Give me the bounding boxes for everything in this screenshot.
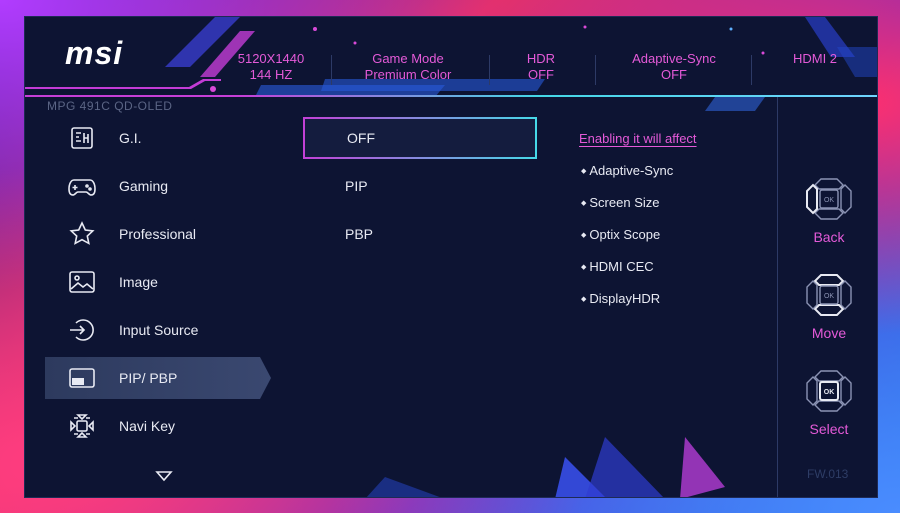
- menu-item-pip-pbp[interactable]: PIP/ PBP: [45, 357, 271, 399]
- back-label: Back: [813, 229, 845, 245]
- menu-item-image[interactable]: Image: [45, 261, 271, 303]
- joystick-updown-icon: OK: [803, 269, 855, 321]
- back-control[interactable]: OK Back: [801, 173, 857, 245]
- menu-item-professional[interactable]: Professional: [45, 213, 271, 255]
- option-off[interactable]: OFF: [303, 117, 537, 159]
- hdr-value: OFF: [528, 67, 554, 82]
- hdr-label: HDR: [526, 51, 556, 66]
- menu-item-label: Input Source: [119, 322, 199, 338]
- divider: [489, 55, 490, 85]
- osd-panel: msi MPG 491C QD-OLED 5120X1440 144 HZ Ga…: [24, 16, 878, 498]
- adaptive-sync-label: Adaptive-Sync: [632, 51, 716, 66]
- menu-item-input-source[interactable]: Input Source: [45, 309, 271, 351]
- game-mode-status: Game Mode Premium Color: [343, 51, 473, 83]
- option-label: PIP: [345, 178, 368, 194]
- menu-item-label: Image: [119, 274, 158, 290]
- game-mode-label: Game Mode: [372, 51, 444, 66]
- joystick-press-icon: OK: [803, 365, 855, 417]
- option-label: PBP: [345, 226, 374, 242]
- chevron-down-icon[interactable]: [155, 469, 173, 487]
- resolution-status: 5120X1440 144 HZ: [221, 51, 321, 83]
- pip-icon: [67, 363, 97, 393]
- game-mode-value: Premium Color: [364, 67, 452, 82]
- divider: [595, 55, 596, 85]
- menu-item-label: PIP/ PBP: [119, 370, 178, 386]
- option-pbp[interactable]: PBP: [303, 213, 537, 255]
- navi-key-icon: [67, 411, 97, 441]
- menu-item-gi[interactable]: G.I.: [45, 117, 271, 159]
- header: msi MPG 491C QD-OLED 5120X1440 144 HZ Ga…: [25, 17, 877, 113]
- svg-text:OK: OK: [824, 293, 834, 300]
- menu-item-label: Gaming: [119, 178, 169, 194]
- svg-text:OK: OK: [824, 197, 834, 204]
- menu-item-label: Navi Key: [119, 418, 176, 434]
- menu-item-label: G.I.: [119, 130, 142, 146]
- refresh-rate-value: 144 HZ: [249, 67, 293, 82]
- menu-item-gaming[interactable]: Gaming: [45, 165, 271, 207]
- resolution-value: 5120X1440: [237, 51, 305, 66]
- select-control[interactable]: OK Select: [801, 365, 857, 437]
- affect-item: Optix Scope: [581, 227, 660, 242]
- affect-info-title: Enabling it will affect: [579, 131, 697, 146]
- affect-item: HDMI CEC: [581, 259, 653, 274]
- divider: [777, 97, 778, 497]
- affect-item: DisplayHDR: [581, 291, 660, 306]
- menu-item-label: Professional: [119, 226, 197, 242]
- model-name: MPG 491C QD-OLED: [47, 99, 173, 113]
- hdr-status: HDR OFF: [501, 51, 581, 83]
- gi-chip-icon: [67, 123, 97, 153]
- msi-logo: msi: [65, 35, 124, 71]
- input-status: HDMI 2: [773, 51, 857, 67]
- joystick-left-icon: OK: [803, 173, 855, 225]
- input-source-icon: [67, 315, 97, 345]
- star-icon: [67, 219, 97, 249]
- move-label: Move: [811, 325, 847, 341]
- input-source-value: HDMI 2: [792, 51, 838, 66]
- option-pip[interactable]: PIP: [303, 165, 537, 207]
- divider: [331, 55, 332, 85]
- image-icon: [67, 267, 97, 297]
- svg-text:OK: OK: [824, 389, 835, 396]
- adaptive-sync-status: Adaptive-Sync OFF: [611, 51, 737, 83]
- adaptive-sync-value: OFF: [661, 67, 687, 82]
- firmware-version: FW.013: [807, 467, 849, 481]
- header-accent-line: [25, 95, 877, 97]
- affect-item: Adaptive-Sync: [581, 163, 673, 178]
- divider: [751, 55, 752, 85]
- menu-item-navi-key[interactable]: Navi Key: [45, 405, 271, 447]
- select-label: Select: [809, 421, 849, 437]
- affect-item: Screen Size: [581, 195, 659, 210]
- move-control[interactable]: OK Move: [801, 269, 857, 341]
- gamepad-icon: [67, 171, 97, 201]
- option-label: OFF: [347, 130, 375, 146]
